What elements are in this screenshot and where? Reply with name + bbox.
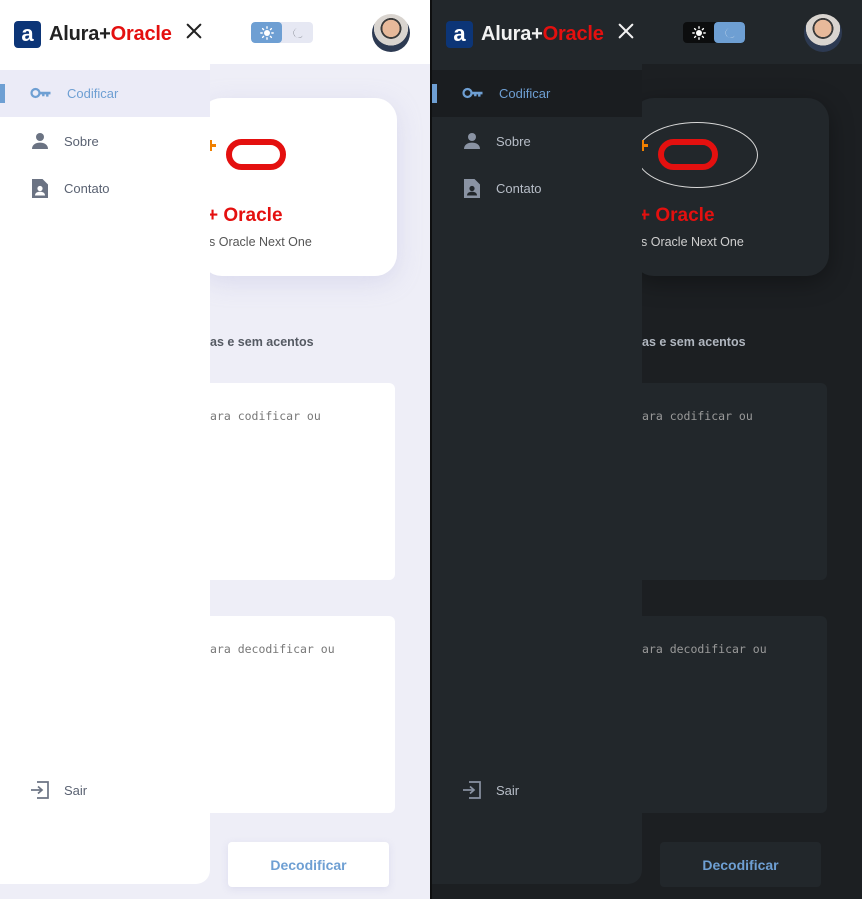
nav-item-sair[interactable]: Sair <box>0 767 210 814</box>
side-drawer: Codificar Sobre Contato Sair <box>0 64 210 884</box>
close-icon[interactable] <box>616 21 636 41</box>
person-icon <box>29 130 51 152</box>
active-marker <box>432 84 437 103</box>
nav-item-contato[interactable]: Contato <box>432 165 642 212</box>
decode-placeholder: ara decodificar ou <box>210 642 335 656</box>
encode-placeholder: ara codificar ou <box>642 409 753 423</box>
contact-card-icon <box>461 177 483 199</box>
brand-title: Alura+Oracle <box>49 23 172 46</box>
nav-label-sobre: Sobre <box>496 134 531 149</box>
nav-label-contato: Contato <box>496 181 542 196</box>
card-title: + Oracle <box>639 205 715 226</box>
dark-theme-pane: + Oracle s Oracle Next One as e sem acen… <box>432 0 862 899</box>
brand-title: Alura+Oracle <box>481 23 604 46</box>
decode-textarea[interactable]: ara decodificar ou <box>200 616 395 813</box>
avatar[interactable] <box>804 14 842 52</box>
alura-logo-icon: a <box>14 20 41 48</box>
brand[interactable]: a Alura+Oracle <box>14 20 172 48</box>
theme-toggle[interactable] <box>683 22 745 43</box>
encode-textarea[interactable]: ara codificar ou <box>632 383 827 580</box>
moon-icon[interactable] <box>714 22 745 43</box>
nav-label-codificar: Codificar <box>499 86 551 101</box>
sun-icon[interactable] <box>251 22 282 43</box>
oracle-logo <box>658 139 718 170</box>
card-subtitle: s Oracle Next One <box>209 235 312 249</box>
decode-placeholder: ara decodificar ou <box>642 642 767 656</box>
card-subtitle: s Oracle Next One <box>641 235 744 249</box>
input-hint: as e sem acentos <box>210 335 314 349</box>
person-icon <box>461 130 483 152</box>
decode-textarea[interactable]: ara decodificar ou <box>632 616 827 813</box>
moon-icon[interactable] <box>282 22 313 43</box>
brand-alura: Alura+ <box>49 22 111 45</box>
sun-icon[interactable] <box>683 22 714 43</box>
side-drawer: Codificar Sobre Contato Sair <box>432 64 642 884</box>
brand[interactable]: a Alura+Oracle <box>446 20 604 48</box>
active-marker <box>0 84 5 103</box>
nav-item-sair[interactable]: Sair <box>432 767 642 814</box>
logout-icon <box>29 779 51 801</box>
encode-textarea[interactable]: ara codificar ou <box>200 383 395 580</box>
card-title: + Oracle <box>207 205 283 226</box>
nav-label-codificar: Codificar <box>67 86 119 101</box>
key-icon <box>30 82 52 104</box>
oracle-logo <box>226 139 286 170</box>
contact-card-icon <box>29 177 51 199</box>
brand-oracle: Oracle <box>542 22 604 45</box>
decode-button[interactable]: Decodificar <box>660 842 821 887</box>
logout-icon <box>461 779 483 801</box>
theme-toggle[interactable] <box>251 22 313 43</box>
nav-item-sobre[interactable]: Sobre <box>432 118 642 165</box>
encode-placeholder: ara codificar ou <box>210 409 321 423</box>
nav-label-sair: Sair <box>64 783 88 798</box>
hero-card: + Oracle s Oracle Next One <box>200 98 397 276</box>
decode-button[interactable]: Decodificar <box>228 842 389 887</box>
hero-card: + Oracle s Oracle Next One <box>632 98 829 276</box>
close-icon[interactable] <box>184 21 204 41</box>
light-theme-pane: + Oracle s Oracle Next One as e sem acen… <box>0 0 430 899</box>
alura-logo-icon: a <box>446 20 473 48</box>
input-hint: as e sem acentos <box>642 335 746 349</box>
brand-oracle: Oracle <box>110 22 172 45</box>
nav-item-sobre[interactable]: Sobre <box>0 118 210 165</box>
avatar[interactable] <box>372 14 410 52</box>
nav-label-contato: Contato <box>64 181 110 196</box>
key-icon <box>462 82 484 104</box>
nav-item-codificar[interactable]: Codificar <box>432 70 642 117</box>
nav-item-contato[interactable]: Contato <box>0 165 210 212</box>
brand-alura: Alura+ <box>481 22 543 45</box>
nav-label-sair: Sair <box>496 783 520 798</box>
nav-label-sobre: Sobre <box>64 134 99 149</box>
nav-item-codificar[interactable]: Codificar <box>0 70 210 117</box>
